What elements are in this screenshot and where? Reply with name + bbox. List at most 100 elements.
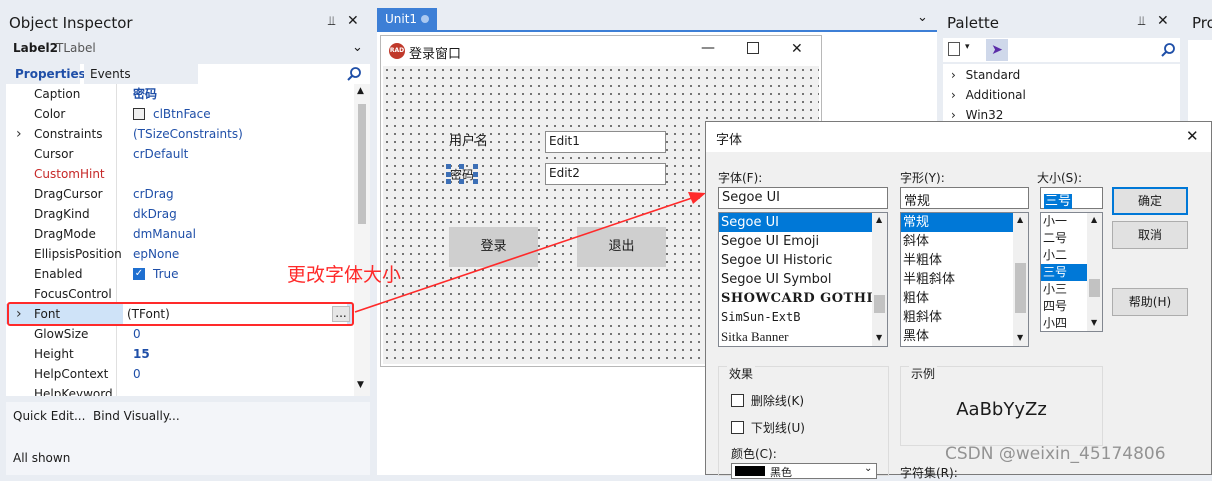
list-item[interactable]: 粗体 [901,289,1028,308]
font-name-input[interactable]: Segoe UI [718,187,888,209]
list-item[interactable]: 半粗体 [901,251,1028,270]
scroll-down-icon[interactable]: ▼ [1017,333,1023,342]
property-row[interactable]: DragCursor crDrag [6,184,354,204]
font-style-input[interactable]: 常规 [900,187,1029,209]
scroll-up-icon[interactable]: ▲ [876,215,882,224]
search-icon[interactable] [1160,42,1176,58]
list-item[interactable]: Segoe UI [719,213,887,232]
pointer-tool-icon[interactable]: ➤ [986,39,1008,61]
list-item[interactable]: SHOWCARD GOTHIC [719,289,887,308]
tab-events[interactable]: Events [84,64,198,84]
property-value[interactable]: epNone [133,244,179,264]
palette-category[interactable]: › Standard [951,68,1020,82]
property-row[interactable]: HelpContext 0 [6,364,354,384]
scroll-up-icon[interactable]: ▲ [1017,215,1023,224]
list-item[interactable]: 粗斜体 [901,308,1028,327]
tab-properties[interactable]: Properties [6,64,86,84]
list-item[interactable]: 斜体 [901,232,1028,251]
property-row[interactable]: CustomHint [6,164,354,184]
underline-checkbox[interactable]: 下划线(U) [731,419,805,436]
font-list-scrollbar[interactable]: ▲ ▼ [872,213,887,346]
scroll-up-icon[interactable]: ▲ [1091,215,1097,224]
exit-button[interactable]: 退出 [577,227,666,267]
edit2-field[interactable]: Edit2 [545,163,666,185]
font-size-input[interactable]: 三号 [1040,187,1103,209]
palette-category[interactable]: › Win32 [951,108,1003,122]
font-name-list[interactable]: Segoe UI Segoe UI Emoji Segoe UI Historic S… [718,212,888,347]
pin-icon[interactable]: ⫫ [328,14,335,29]
label-password-selected[interactable]: 密码 [446,164,478,184]
property-row[interactable]: › Constraints (TSizeConstraints) [6,124,354,144]
property-value[interactable]: 密码 [133,84,157,104]
ok-button[interactable]: 确定 [1112,187,1188,215]
palette-category[interactable]: › Additional [951,88,1026,102]
checkbox-checked-icon[interactable]: ✓ [133,268,145,280]
property-value[interactable]: (TSizeConstraints) [133,124,243,144]
list-item[interactable]: Segoe UI Emoji [719,232,887,251]
property-row[interactable]: DragMode dmManual [6,224,354,244]
pin-icon[interactable]: ⫫ [1138,14,1145,29]
label-username[interactable]: 用户名 [449,130,488,149]
property-value[interactable]: 0 [133,324,141,344]
font-style-list[interactable]: 常规 斜体 半粗体 半粗斜体 粗体 粗斜体 黑体 ▲ ▼ [900,212,1029,347]
style-list-scrollbar[interactable]: ▲ ▼ [1013,213,1028,346]
property-row[interactable]: GlowSize 0 [6,324,354,344]
property-row[interactable]: DragKind dkDrag [6,204,354,224]
property-row[interactable]: Color clBtnFace [6,104,354,124]
maximize-icon[interactable] [747,42,759,54]
property-row[interactable]: Caption 密码 [6,84,354,104]
cancel-button[interactable]: 取消 [1112,221,1188,249]
list-item[interactable]: 黑体 [901,327,1028,346]
property-value[interactable]: crDrag [133,184,174,204]
property-row[interactable]: FocusControl [6,284,354,304]
property-value[interactable]: 15 [133,344,150,364]
property-value[interactable]: clBtnFace [153,104,211,124]
color-select[interactable]: 黑色 ⌄ [731,463,877,479]
scroll-thumb[interactable] [358,104,366,224]
property-value[interactable]: dkDrag [133,204,177,224]
list-item[interactable]: 半粗斜体 [901,270,1028,289]
form-close-icon[interactable]: ✕ [791,41,803,57]
list-item[interactable]: Segoe UI Historic [719,251,887,270]
scroll-thumb[interactable] [1015,263,1026,313]
list-item[interactable]: SimSun-ExtB [719,308,887,327]
property-grid-scrollbar[interactable]: ▲ ▼ [354,84,370,396]
new-item-icon[interactable] [948,42,960,56]
property-value[interactable]: 0 [133,364,141,384]
property-row[interactable]: Height 15 [6,344,354,364]
size-list-scrollbar[interactable]: ▲ ▼ [1087,213,1102,331]
chevron-down-icon[interactable]: ⌄ [864,464,872,474]
scroll-up-icon[interactable]: ▲ [357,86,364,96]
scroll-down-icon[interactable]: ▼ [876,333,882,342]
scroll-thumb[interactable] [1089,279,1100,297]
close-icon[interactable]: ✕ [1157,13,1169,29]
expand-icon[interactable]: › [16,124,22,144]
property-value[interactable]: crDefault [133,144,188,164]
unit-tab[interactable]: Unit1 [377,8,437,30]
help-button[interactable]: 帮助(H) [1112,288,1188,316]
property-row[interactable]: Cursor crDefault [6,144,354,164]
tab-dropdown-icon[interactable]: ⌄ [917,10,928,25]
minimize-icon[interactable]: — [701,40,715,56]
edit1-field[interactable]: Edit1 [545,131,666,153]
property-value[interactable]: True [153,264,179,284]
list-item[interactable]: Sitka Banner [719,327,887,346]
dialog-close-icon[interactable]: ✕ [1186,127,1199,145]
scroll-thumb[interactable] [874,295,885,313]
list-item[interactable]: Segoe UI Symbol [719,270,887,289]
component-selector[interactable]: Label2 TLabel ⌄ [6,38,370,60]
strikeout-checkbox[interactable]: 删除线(K) [731,392,804,409]
search-icon[interactable] [346,66,362,82]
quick-edit-links[interactable]: Quick Edit... Bind Visually... [13,409,180,423]
list-item[interactable]: 常规 [901,213,1028,232]
login-button[interactable]: 登录 [449,227,538,267]
dropdown-small-icon[interactable]: ▾ [965,42,970,52]
palette-search-input[interactable] [1018,38,1158,62]
font-size-list[interactable]: 小一 二号 小二 三号 小三 四号 小四 ▲ ▼ [1040,212,1103,332]
scroll-down-icon[interactable]: ▼ [357,380,364,390]
chevron-down-icon[interactable]: ⌄ [352,40,363,55]
property-row[interactable]: HelpKeyword [6,384,354,396]
property-value[interactable]: dmManual [133,224,196,244]
scroll-down-icon[interactable]: ▼ [1091,318,1097,327]
close-icon[interactable]: ✕ [347,13,359,29]
